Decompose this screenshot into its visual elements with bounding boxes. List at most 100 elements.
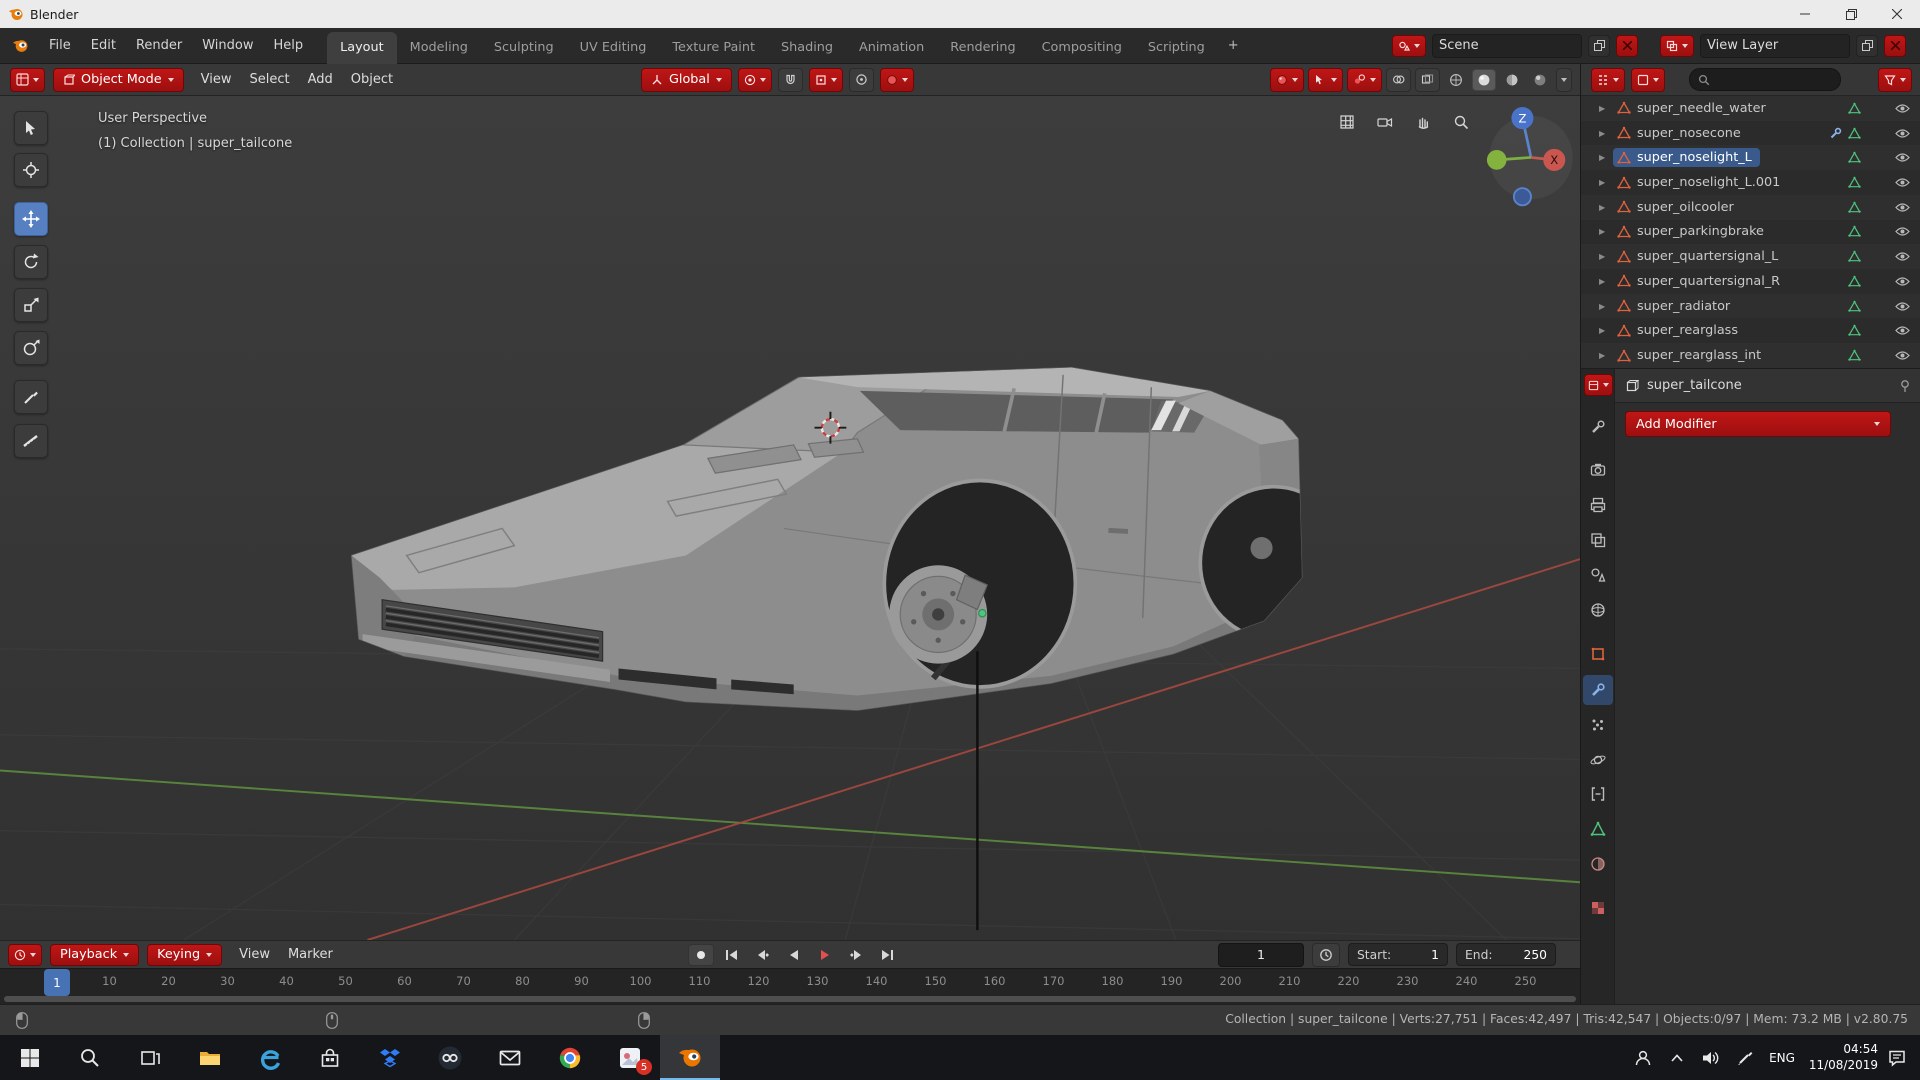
workspace-tab[interactable]: Shading	[768, 32, 846, 64]
blender-menu-icon[interactable]	[12, 37, 29, 54]
browse-view-layer-icon[interactable]	[1660, 35, 1694, 57]
timeline-menu[interactable]: Marker	[279, 943, 342, 966]
expand-arrow-icon[interactable]: ▶	[1599, 227, 1613, 236]
timeline-ruler[interactable]: 1020304050607080901001101201301401501601…	[0, 968, 1580, 1004]
timeline-menu[interactable]: View	[230, 943, 279, 966]
tab-render[interactable]	[1583, 455, 1613, 485]
proportional-editing-icon[interactable]	[849, 68, 874, 92]
visibility-eye-icon[interactable]	[1895, 152, 1910, 163]
action-center-icon[interactable]	[1882, 1035, 1912, 1080]
expand-arrow-icon[interactable]: ▶	[1599, 351, 1613, 360]
browse-scene-icon[interactable]	[1392, 35, 1426, 57]
expand-arrow-icon[interactable]: ▶	[1599, 326, 1613, 335]
outliner-search-field[interactable]	[1689, 68, 1841, 91]
dropbox-icon[interactable]	[360, 1035, 420, 1080]
new-view-layer-button[interactable]	[1856, 35, 1878, 57]
topbar-menu[interactable]: Render	[126, 34, 192, 57]
outliner-row[interactable]: ▶ super_nosecone	[1581, 121, 1920, 146]
tab-constraints[interactable]	[1583, 779, 1613, 809]
mode-dropdown[interactable]: Object Mode	[53, 68, 184, 92]
visibility-eye-icon[interactable]	[1895, 103, 1910, 114]
tab-object-data[interactable]	[1583, 814, 1613, 844]
tab-view-layer[interactable]	[1583, 525, 1613, 555]
expand-arrow-icon[interactable]: ▶	[1599, 104, 1613, 113]
workspace-tab[interactable]: Texture Paint	[659, 32, 768, 64]
tab-physics[interactable]	[1583, 745, 1613, 775]
outliner-row[interactable]: ▶ super_rearglass	[1581, 318, 1920, 343]
keying-dropdown[interactable]: Keying	[147, 944, 222, 966]
visibility-eye-icon[interactable]	[1895, 177, 1910, 188]
add-workspace-button[interactable]: +	[1218, 32, 1249, 59]
timeline-editor-type-dropdown[interactable]	[8, 944, 42, 966]
restore-button[interactable]	[1828, 0, 1874, 28]
expand-arrow-icon[interactable]: ▶	[1599, 153, 1613, 162]
jump-to-end-icon[interactable]	[874, 944, 900, 966]
shading-wireframe-icon[interactable]	[1444, 69, 1468, 91]
tab-particles[interactable]	[1583, 710, 1613, 740]
transform-tool[interactable]	[14, 331, 48, 365]
outliner-row[interactable]: ▶ super_rearglass_int	[1581, 343, 1920, 368]
rotate-tool[interactable]	[14, 245, 48, 279]
expand-arrow-icon[interactable]: ▶	[1599, 277, 1613, 286]
shading-options-dropdown[interactable]	[1556, 68, 1572, 92]
transform-orientation-dropdown[interactable]: Global	[641, 68, 732, 92]
play-reverse-icon[interactable]	[781, 944, 807, 966]
tab-modifiers[interactable]	[1583, 675, 1613, 705]
outliner-row[interactable]: ▶ super_oilcooler	[1581, 195, 1920, 220]
proportional-falloff-dropdown[interactable]	[880, 68, 914, 92]
prev-keyframe-icon[interactable]	[750, 944, 776, 966]
measure-tool[interactable]	[14, 424, 48, 458]
file-explorer-icon[interactable]	[180, 1035, 240, 1080]
tab-material[interactable]	[1583, 849, 1613, 879]
workspace-tab[interactable]: Compositing	[1029, 32, 1135, 64]
workspace-tab[interactable]: Layout	[327, 32, 397, 64]
tab-texture[interactable]	[1583, 893, 1613, 923]
topbar-menu[interactable]: Edit	[81, 34, 126, 57]
shading-rendered-icon[interactable]	[1528, 69, 1552, 91]
tab-output[interactable]	[1583, 490, 1613, 520]
expand-arrow-icon[interactable]: ▶	[1599, 302, 1613, 311]
playback-dropdown[interactable]: Playback	[50, 944, 139, 966]
outliner-row[interactable]: ▶ super_radiator	[1581, 294, 1920, 319]
pan-view-hand-icon[interactable]	[1409, 109, 1437, 135]
properties-editor-type-dropdown[interactable]	[1584, 374, 1613, 396]
pivot-point-dropdown[interactable]	[738, 68, 772, 92]
preview-range-clock-icon[interactable]	[1312, 943, 1340, 967]
expand-arrow-icon[interactable]: ▶	[1599, 252, 1613, 261]
object-visibility-dropdown[interactable]	[1270, 68, 1304, 92]
next-keyframe-icon[interactable]	[843, 944, 869, 966]
outliner-editor-type-dropdown[interactable]	[1591, 68, 1625, 92]
xray-toggle-icon[interactable]	[1415, 68, 1440, 92]
pin-icon[interactable]	[1899, 379, 1911, 393]
workspace-tab[interactable]: Modeling	[397, 32, 481, 64]
topbar-menu[interactable]: Window	[192, 34, 263, 57]
expand-arrow-icon[interactable]: ▶	[1599, 178, 1613, 187]
outliner-row[interactable]: ▶ super_needle_water	[1581, 96, 1920, 121]
outliner-filter-dropdown[interactable]	[1878, 68, 1912, 92]
tab-tool[interactable]	[1583, 412, 1613, 442]
cursor-tool[interactable]	[14, 153, 48, 187]
expand-arrow-icon[interactable]: ▶	[1599, 203, 1613, 212]
overlays-toggle-icon[interactable]	[1386, 68, 1411, 92]
shading-solid-icon[interactable]	[1472, 69, 1496, 91]
workspace-tab[interactable]: Animation	[846, 32, 937, 64]
outliner-row[interactable]: ▶ super_quartersignal_L	[1581, 244, 1920, 269]
microsoft-store-icon[interactable]	[300, 1035, 360, 1080]
visibility-eye-icon[interactable]	[1895, 128, 1910, 139]
viewport-3d[interactable]: Z X User Perspective (1) Collection | su…	[0, 96, 1580, 940]
select-mode-dropdown[interactable]	[1308, 68, 1343, 92]
frame-end-field[interactable]: End: 250	[1456, 943, 1556, 966]
blender-taskbar-icon[interactable]	[660, 1035, 720, 1080]
editor-type-dropdown[interactable]	[10, 68, 45, 92]
frame-start-field[interactable]: Start: 1	[1348, 943, 1448, 966]
volume-icon[interactable]	[1696, 1035, 1726, 1080]
outliner-row[interactable]: ▶ super_parkingbrake	[1581, 220, 1920, 245]
outliner-row[interactable]: ▶ super_noselight_L	[1581, 145, 1920, 170]
gizmos-dropdown[interactable]	[1347, 68, 1382, 92]
task-view-icon[interactable]	[120, 1035, 180, 1080]
timeline-scrollbar[interactable]	[4, 996, 1576, 1002]
snap-toggle-magnet-icon[interactable]	[778, 68, 803, 92]
people-icon[interactable]	[1628, 1035, 1658, 1080]
expand-arrow-icon[interactable]: ▶	[1599, 129, 1613, 138]
view-layer-name-field[interactable]: View Layer	[1700, 34, 1850, 58]
